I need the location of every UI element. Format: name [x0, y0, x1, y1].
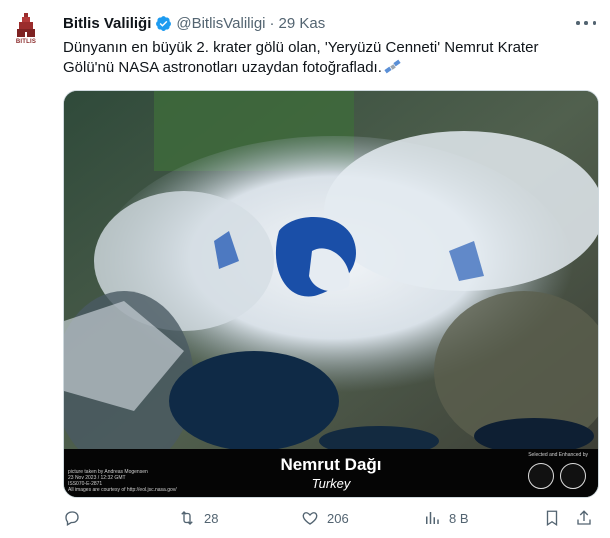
tweet-body: Dünyanın en büyük 2. krater gölü olan, '…: [63, 39, 539, 76]
tweet-image[interactable]: picture taken by Andreas Mogensen 23 Nov…: [63, 90, 599, 498]
satellite-photo: [64, 91, 598, 497]
tweet-actions: 28 206 8 B: [63, 508, 599, 528]
like-button[interactable]: 206: [301, 508, 349, 528]
avatar-label: BITLIS: [15, 39, 37, 45]
bookmark-icon: [546, 510, 558, 527]
like-icon: [302, 512, 318, 525]
bitlis-logo-icon: [17, 13, 35, 37]
reply-icon: [65, 511, 79, 526]
author-name[interactable]: Bitlis Valiliği: [63, 15, 151, 32]
enhancer-badge-icon: [560, 463, 586, 489]
author-handle[interactable]: @BitlisValiligi: [176, 15, 265, 32]
bookmark-button[interactable]: [543, 508, 569, 528]
avatar[interactable]: BITLIS: [12, 12, 40, 52]
tweet-text: Dünyanın en büyük 2. krater gölü olan, '…: [63, 38, 593, 78]
like-count: 206: [327, 510, 349, 526]
selected-by-label: Selected and Enhanced by: [528, 452, 588, 458]
reply-button[interactable]: [63, 508, 89, 528]
timestamp[interactable]: 29 Kas: [279, 15, 326, 32]
views-count: 8 B: [449, 510, 469, 526]
retweet-icon: [181, 511, 193, 525]
retweet-button[interactable]: 28: [178, 508, 218, 528]
views-button[interactable]: 8 B: [423, 508, 469, 528]
verified-badge-icon: [156, 15, 172, 31]
more-icon[interactable]: [576, 17, 596, 29]
share-button[interactable]: [575, 508, 601, 528]
retweet-count: 28: [204, 510, 219, 526]
tweet-header: Bitlis Valiliği @BitlisValiligi · 29 Kas: [63, 12, 598, 34]
caption-title: Nemrut Dağı: [280, 455, 382, 474]
enhancer-badge-icon: [528, 463, 554, 489]
satellite-emoji-icon: [384, 59, 401, 74]
share-icon: [577, 510, 591, 525]
separator-dot: ·: [269, 14, 275, 32]
image-caption-bar: picture taken by Andreas Mogensen 23 Nov…: [64, 449, 598, 497]
views-icon: [426, 512, 439, 524]
caption-subtitle: Turkey: [311, 476, 351, 491]
